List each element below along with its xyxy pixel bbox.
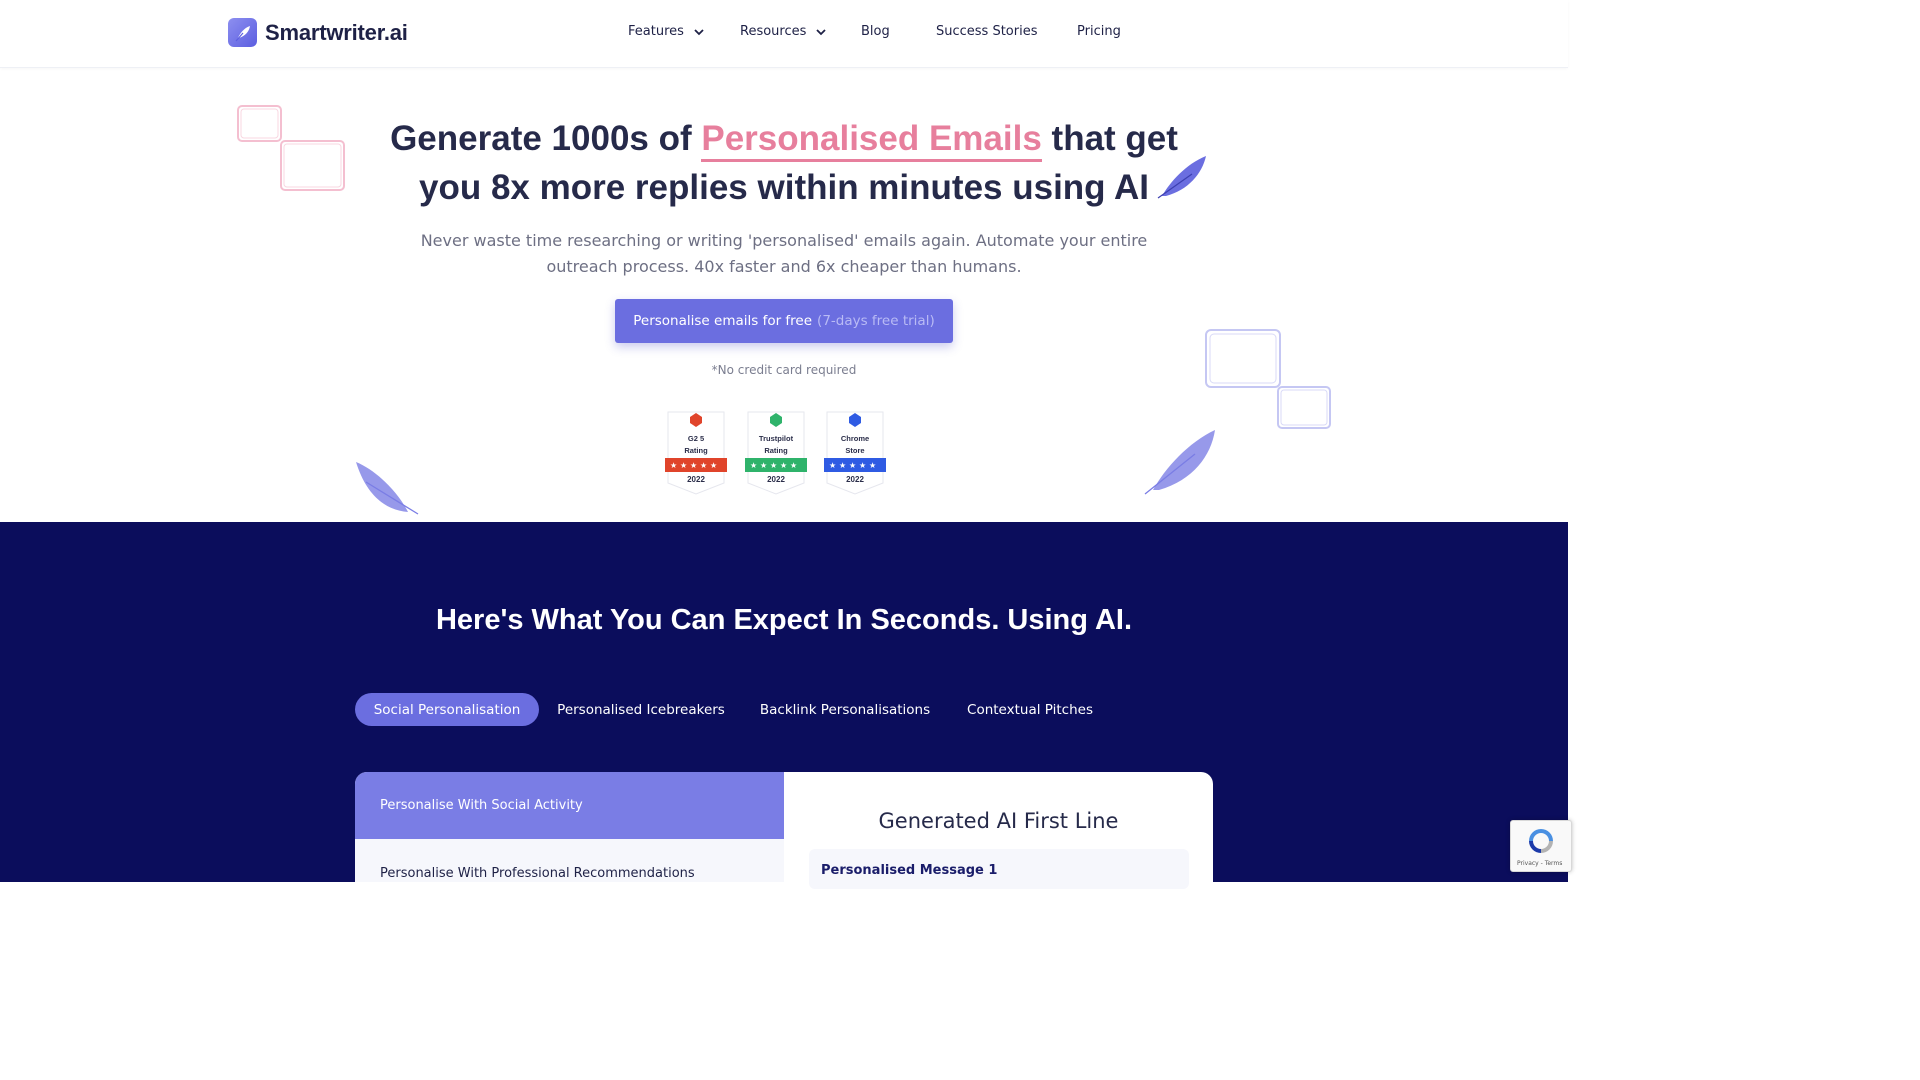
svg-text:★: ★ xyxy=(780,461,787,470)
svg-text:★: ★ xyxy=(690,461,697,470)
brand-name: Smartwriter.ai xyxy=(265,19,408,45)
svg-text:★: ★ xyxy=(829,461,836,470)
chevron-down-icon xyxy=(816,28,827,35)
no-credit-card-note: *No credit card required xyxy=(711,363,857,377)
features-title: Here's What You Can Expect In Seconds. U… xyxy=(435,604,1133,636)
nav-pricing[interactable]: Pricing xyxy=(1077,24,1121,39)
personalised-message-label: Personalised Message 1 xyxy=(809,849,1189,889)
decorative-boxes-purple xyxy=(1205,329,1331,429)
badge-line1: G2 5 xyxy=(687,434,705,443)
trustpilot-rating-badge: ★ ★ ★ ★ ★ Trustpilot Rating 2022 xyxy=(744,411,808,495)
badge-year: 2022 xyxy=(687,475,705,484)
generated-output-panel: Generated AI First Line Personalised Mes… xyxy=(784,772,1213,889)
decorative-boxes-pink xyxy=(237,105,345,191)
nav-pricing-label: Pricing xyxy=(1077,24,1121,39)
feather-icon xyxy=(1144,430,1215,495)
option-social-activity[interactable]: Personalise With Social Activity xyxy=(355,772,784,839)
nav-resources-label: Resources xyxy=(740,24,807,39)
badge-year: 2022 xyxy=(846,475,864,484)
nav-blog[interactable]: Blog xyxy=(861,24,890,39)
chevron-down-icon xyxy=(694,28,704,35)
hero-title-pre: Generate 1000s of xyxy=(390,119,702,158)
nav-blog-label: Blog xyxy=(861,24,890,39)
hero-subtitle: Never waste time researching or writing … xyxy=(420,231,1148,276)
generated-output-title: Generated AI First Line xyxy=(878,809,1119,833)
badge-line1: Trustpilot xyxy=(758,434,794,443)
nav-success-stories-label: Success Stories xyxy=(936,24,1038,39)
tab-backlink-personalisations[interactable]: Backlink Personalisations xyxy=(753,693,937,726)
feather-logo-icon xyxy=(228,18,257,47)
nav-features-label: Features xyxy=(628,24,684,39)
hero-title: Generate 1000s of Personalised Emails th… xyxy=(384,114,1184,212)
cta-trial-note: (7-days free trial) xyxy=(817,313,935,329)
nav-resources[interactable]: Resources xyxy=(740,24,827,39)
top-navigation: Smartwriter.ai Features Resources Blog S… xyxy=(0,0,1568,68)
tab-social-personalisation[interactable]: Social Personalisation xyxy=(355,693,539,726)
recaptcha-links: Privacy - Terms xyxy=(1517,860,1563,867)
g2-rating-badge: ★ ★ ★ ★ ★ G2 5 Rating 2022 xyxy=(664,411,728,495)
svg-text:★: ★ xyxy=(849,461,856,470)
svg-text:★: ★ xyxy=(760,461,767,470)
recaptcha-icon xyxy=(1529,829,1553,853)
badge-line2: Rating xyxy=(684,446,708,455)
tab-personalised-icebreakers[interactable]: Personalised Icebreakers xyxy=(549,693,733,726)
svg-text:★: ★ xyxy=(670,461,677,470)
badge-line2: Store xyxy=(845,446,865,455)
hero-title-highlight: Personalised Emails xyxy=(701,119,1042,162)
nav-features[interactable]: Features xyxy=(628,24,705,39)
badge-line1: Chrome xyxy=(840,434,870,443)
svg-text:★: ★ xyxy=(770,461,777,470)
recaptcha-widget[interactable]: Privacy - Terms xyxy=(1510,820,1572,872)
svg-text:★: ★ xyxy=(790,461,797,470)
badge-year: 2022 xyxy=(767,475,785,484)
svg-text:★: ★ xyxy=(869,461,876,470)
badge-line2: Rating xyxy=(764,446,788,455)
personalisation-options-panel: Personalise With Social Activity Persona… xyxy=(355,772,784,882)
svg-text:★: ★ xyxy=(839,461,846,470)
svg-text:★: ★ xyxy=(680,461,687,470)
option-professional-recommendations[interactable]: Personalise With Professional Recommenda… xyxy=(355,839,784,882)
brand-logo[interactable]: Smartwriter.ai xyxy=(228,18,408,47)
svg-text:★: ★ xyxy=(859,461,866,470)
svg-text:★: ★ xyxy=(750,461,757,470)
feather-icon xyxy=(356,462,419,515)
nav-success-stories[interactable]: Success Stories xyxy=(936,24,1038,39)
svg-text:★: ★ xyxy=(700,461,707,470)
tab-contextual-pitches[interactable]: Contextual Pitches xyxy=(950,693,1110,726)
svg-text:★: ★ xyxy=(710,461,717,470)
chrome-store-badge: ★ ★ ★ ★ ★ Chrome Store 2022 xyxy=(823,411,887,495)
cta-label: Personalise emails for free xyxy=(633,313,813,329)
cta-free-trial-button[interactable]: Personalise emails for free (7-days free… xyxy=(615,299,953,343)
